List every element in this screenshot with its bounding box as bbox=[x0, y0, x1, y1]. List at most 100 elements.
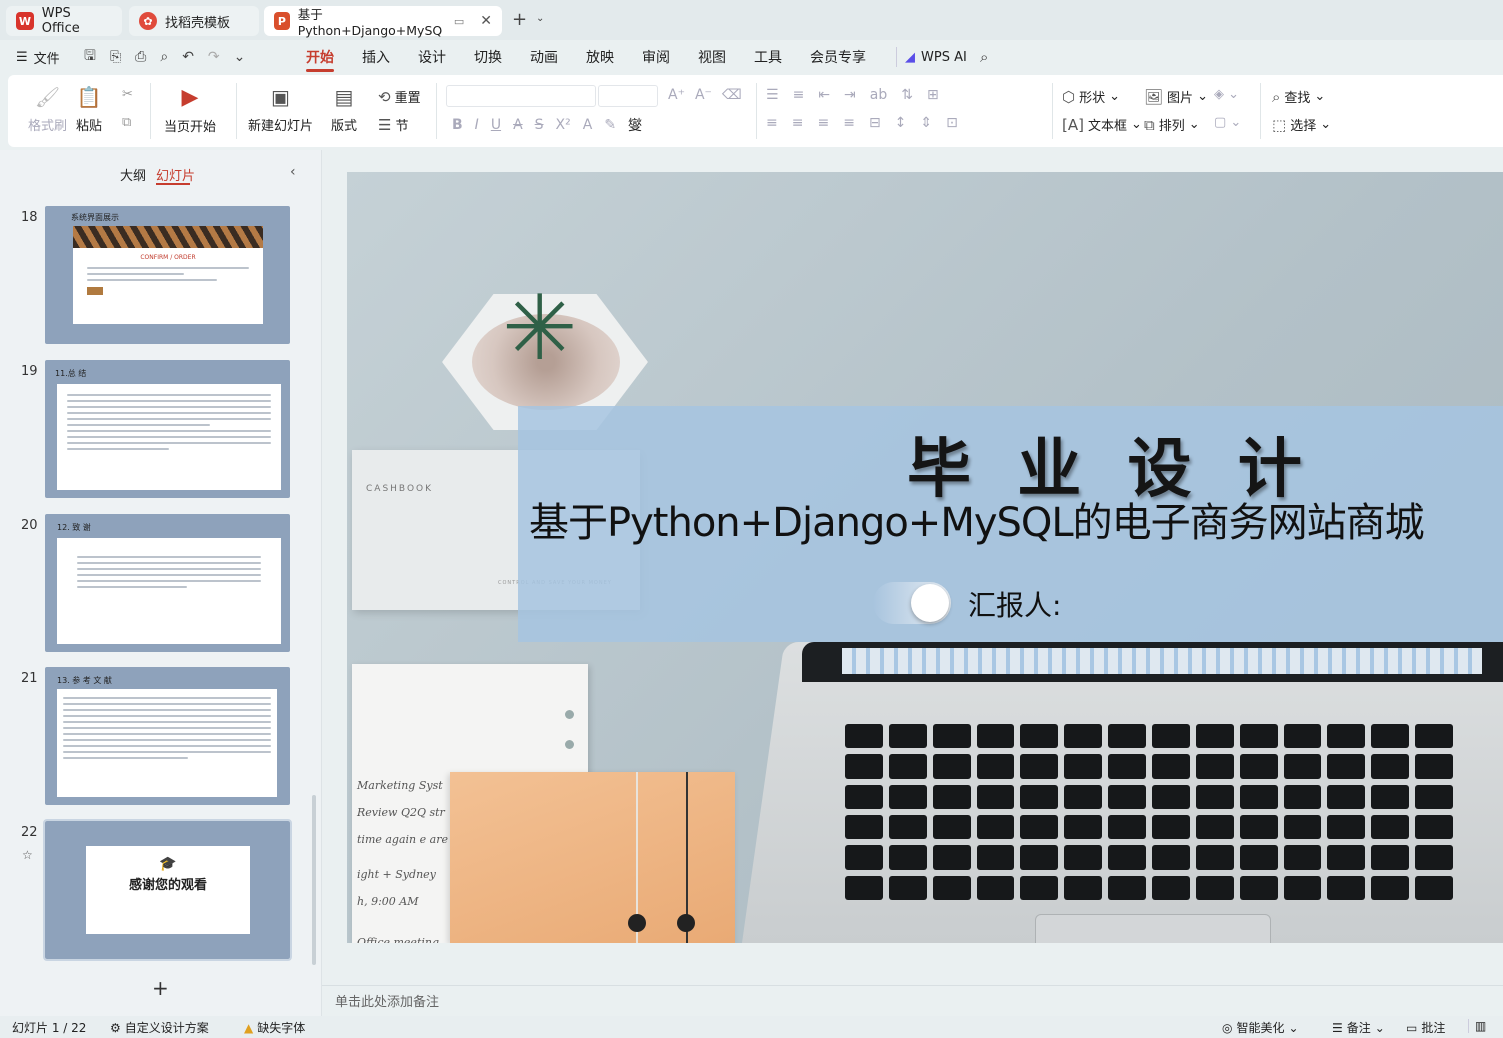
tab-transition[interactable]: 切换 bbox=[474, 40, 502, 74]
cut-icon[interactable]: ✂ bbox=[122, 87, 133, 102]
collapse-icon[interactable]: ‹ bbox=[290, 164, 296, 180]
font-color-icon[interactable]: A bbox=[583, 117, 593, 133]
thumbnail-slide-21[interactable]: 13. 参 考 文 献 bbox=[45, 667, 290, 805]
file-menu[interactable]: ☰ 文件 bbox=[16, 40, 60, 74]
thumbnail-slide-19[interactable]: 11.总 结 bbox=[45, 360, 290, 498]
tab-insert[interactable]: 插入 bbox=[362, 40, 390, 74]
phonetic-icon[interactable]: 燮 bbox=[628, 115, 642, 135]
tab-member[interactable]: 会员专享 bbox=[810, 40, 866, 74]
print-preview-icon[interactable]: ⌕ bbox=[160, 49, 168, 65]
sort-icon[interactable]: ⇅ bbox=[901, 87, 913, 103]
tab-presentation[interactable]: P 基于Python+Django+MySQ ▭ ✕ bbox=[264, 6, 502, 38]
bold-icon[interactable]: B bbox=[452, 117, 463, 133]
tab-tools[interactable]: 工具 bbox=[754, 40, 782, 74]
line-spacing-icon[interactable]: ↕ bbox=[895, 115, 907, 131]
close-icon[interactable]: ✕ bbox=[480, 13, 492, 29]
slide-canvas[interactable]: CASHBOOK CONTROL AND SAVE YOUR MONEY ✳ M… bbox=[347, 172, 1503, 943]
tab-slideshow[interactable]: 放映 bbox=[586, 40, 614, 74]
keyboard-key bbox=[932, 784, 971, 809]
paste-button[interactable]: 📋 粘贴 bbox=[76, 85, 102, 134]
panel-scrollbar[interactable] bbox=[312, 795, 316, 965]
fill-icon[interactable]: ◈ ⌄ bbox=[1214, 87, 1239, 102]
grow-font-icon[interactable]: A⁺ bbox=[668, 87, 685, 103]
font-family-select[interactable] bbox=[446, 85, 596, 107]
star-icon[interactable]: ☆ bbox=[22, 848, 33, 862]
reporter-label[interactable]: 汇报人: bbox=[968, 584, 1061, 624]
shadow-icon[interactable]: S bbox=[535, 117, 544, 133]
custom-design-button[interactable]: ⚙ 自定义设计方案 bbox=[110, 1019, 209, 1036]
trackpad bbox=[1035, 914, 1271, 943]
underline-icon[interactable]: U bbox=[491, 117, 501, 133]
arrange-button[interactable]: ⧉ 排列 ⌄ bbox=[1144, 115, 1200, 135]
decrease-indent-icon[interactable]: ⇤ bbox=[818, 87, 830, 103]
format-painter-button[interactable]: 🖌 格式刷 bbox=[28, 85, 67, 134]
eraser-icon[interactable]: ⌫ bbox=[722, 87, 742, 103]
tab-home[interactable]: 开始 bbox=[306, 40, 334, 74]
highlight-icon[interactable]: ✎ bbox=[604, 117, 616, 133]
smart-beautify-button[interactable]: ◎ 智能美化 ⌄ bbox=[1222, 1019, 1299, 1036]
superscript-icon[interactable]: X² bbox=[556, 117, 571, 133]
slides-tab[interactable]: 幻灯片 bbox=[156, 165, 195, 184]
slide-subtitle[interactable]: 基于Python+Django+MySQL的电子商务网站商城 bbox=[529, 490, 1425, 548]
strikethrough-icon[interactable]: A bbox=[513, 117, 523, 133]
align-left-icon[interactable]: ≡ bbox=[766, 115, 778, 131]
font-size-select[interactable] bbox=[598, 85, 658, 107]
italic-icon[interactable]: I bbox=[475, 117, 479, 133]
shape-button[interactable]: ⬡ 形状 ⌄ bbox=[1062, 87, 1120, 107]
outline-tab[interactable]: 大纲 bbox=[120, 165, 146, 184]
thumbnail-slide-22[interactable]: 🎓 感谢您的观看 bbox=[43, 819, 292, 961]
reset-button[interactable]: ⟲ 重置 bbox=[378, 87, 421, 107]
align-center-icon[interactable]: ≡ bbox=[792, 115, 804, 131]
select-button[interactable]: ⬚ 选择 ⌄ bbox=[1272, 115, 1331, 135]
distribute-icon[interactable]: ⊟ bbox=[869, 115, 881, 131]
chevron-down-icon[interactable]: ⌄ bbox=[536, 13, 544, 24]
undo-icon[interactable]: ↶ bbox=[182, 49, 194, 65]
handwriting-notes: Marketing Syst Review Q2Q str time again e… bbox=[357, 779, 448, 943]
copy-icon[interactable]: ⧉ bbox=[122, 115, 131, 130]
tab-review[interactable]: 审阅 bbox=[642, 40, 670, 74]
convert-icon[interactable]: ⊞ bbox=[927, 87, 939, 103]
textbox-button[interactable]: [A] 文本框 ⌄ bbox=[1062, 115, 1142, 135]
shrink-font-icon[interactable]: A⁻ bbox=[695, 87, 712, 103]
tab-view[interactable]: 视图 bbox=[698, 40, 726, 74]
section-button[interactable]: ☰ 节 bbox=[378, 115, 408, 135]
normal-view-icon[interactable]: ▥ bbox=[1468, 1019, 1486, 1033]
add-slide-icon[interactable]: + bbox=[152, 976, 169, 1000]
numbering-icon[interactable]: ≡ bbox=[793, 87, 805, 103]
align-right-icon[interactable]: ≡ bbox=[817, 115, 829, 131]
tab-design[interactable]: 设计 bbox=[418, 40, 446, 74]
text-direction-icon[interactable]: ab bbox=[870, 87, 887, 103]
export-icon[interactable]: ⎘ bbox=[110, 49, 121, 65]
keyboard-key bbox=[1152, 815, 1190, 840]
thumbnail-slide-20[interactable]: 12. 致 谢 bbox=[45, 514, 290, 652]
layout-button[interactable]: ▤ 版式 bbox=[331, 85, 357, 134]
bullets-icon[interactable]: ☰ bbox=[766, 87, 779, 103]
new-tab-icon[interactable]: + bbox=[512, 9, 527, 30]
missing-font-button[interactable]: ▲ 缺失字体 bbox=[244, 1019, 305, 1036]
notes-pane[interactable]: 单击此处添加备注 bbox=[322, 985, 1503, 1015]
picture-button[interactable]: 🖼 图片 ⌄ bbox=[1144, 87, 1208, 107]
save-icon[interactable]: 🖫 bbox=[84, 45, 96, 69]
thumbnail-slide-18[interactable]: 系统界面展示 CONFIRM / ORDER bbox=[45, 206, 290, 344]
window-icon: ▭ bbox=[453, 14, 465, 28]
para-spacing-icon[interactable]: ⇕ bbox=[920, 115, 932, 131]
increase-indent-icon[interactable]: ⇥ bbox=[844, 87, 856, 103]
find-button[interactable]: ⌕ 查找 ⌄ bbox=[1272, 87, 1325, 107]
tab-template[interactable]: ✿ 找稻壳模板 bbox=[129, 6, 259, 36]
wps-ai-button[interactable]: ◢ WPS AI bbox=[905, 40, 967, 74]
columns-icon[interactable]: ⊡ bbox=[946, 115, 958, 131]
outline-icon[interactable]: ▢ ⌄ bbox=[1214, 115, 1241, 130]
comments-button[interactable]: ▭ 批注 bbox=[1406, 1019, 1445, 1036]
redo-icon[interactable]: ↷ bbox=[208, 49, 220, 65]
notes-placeholder[interactable]: 单击此处添加备注 bbox=[335, 991, 439, 1010]
notes-button[interactable]: ☰ 备注 ⌄ bbox=[1332, 1019, 1385, 1036]
justify-icon[interactable]: ≡ bbox=[843, 115, 855, 131]
print-icon[interactable]: ⎙ bbox=[135, 49, 146, 65]
new-slide-button[interactable]: ▣ 新建幻灯片 bbox=[248, 85, 313, 134]
tab-animation[interactable]: 动画 bbox=[530, 40, 558, 74]
keyboard-key bbox=[1283, 875, 1322, 900]
chevron-down-icon[interactable]: ⌄ bbox=[234, 49, 246, 65]
tab-wps-office[interactable]: W WPS Office bbox=[6, 6, 122, 36]
start-from-current-button[interactable]: ▶ 当页开始 bbox=[164, 85, 216, 135]
search-icon[interactable]: ⌕ bbox=[980, 40, 988, 74]
